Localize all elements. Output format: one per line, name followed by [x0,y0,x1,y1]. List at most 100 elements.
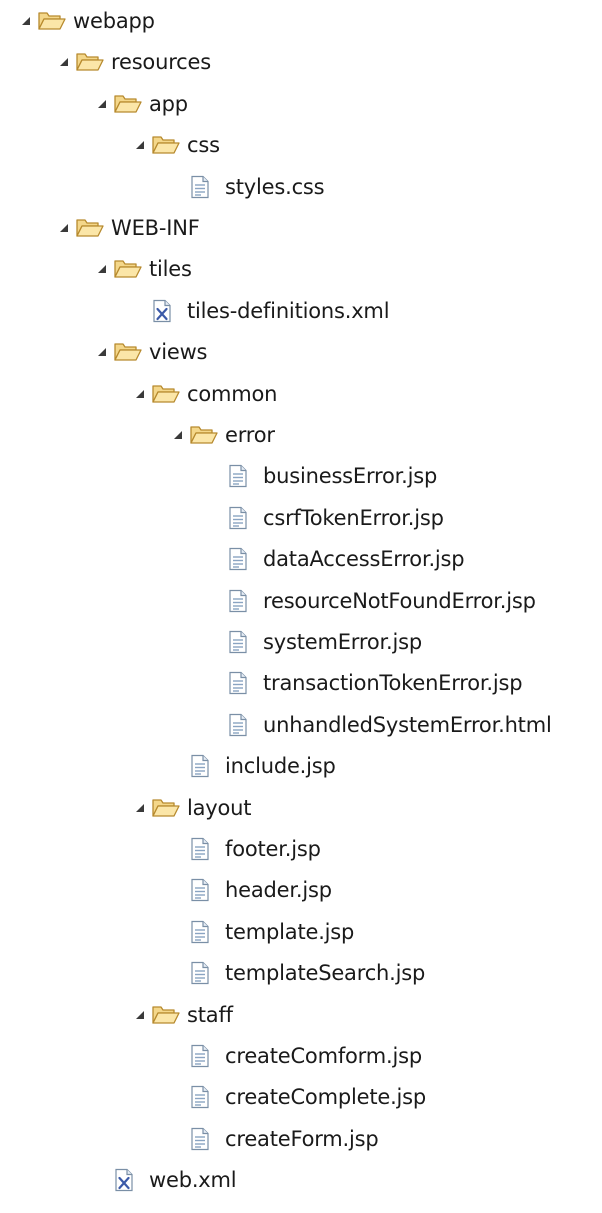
expanded-triangle-icon[interactable] [129,996,151,1034]
text-file-icon [227,540,263,578]
tree-item-label: app [149,91,188,116]
tree-item-label: tiles [149,257,192,282]
tree-folder-app[interactable]: app [91,85,188,123]
file-tree: webapp resources app css styles.css WEB-INF ti… [0,0,602,1213]
tree-file-businessError.jsp[interactable]: businessError.jsp [205,457,437,495]
tree-file-resourceNotFoundError.jsp[interactable]: resourceNotFoundError.jsp [205,582,536,620]
tree-folder-webapp[interactable]: webapp [15,2,155,40]
tree-item-label: dataAccessError.jsp [263,547,465,572]
tree-folder-staff[interactable]: staff [129,996,233,1034]
tree-folder-views[interactable]: views [91,333,208,371]
toggle-spacer [205,540,227,578]
toggle-spacer [91,1161,113,1199]
toggle-spacer [167,871,189,909]
tree-folder-WEB-INF[interactable]: WEB-INF [53,209,200,247]
tree-item-label: css [187,133,220,158]
tree-file-createComform.jsp[interactable]: createComform.jsp [167,1037,422,1075]
tree-file-footer.jsp[interactable]: footer.jsp [167,830,321,868]
tree-item-label: web.xml [149,1168,237,1193]
expanded-triangle-icon[interactable] [167,416,189,454]
toggle-spacer [205,499,227,537]
expanded-triangle-icon[interactable] [129,126,151,164]
tree-file-createForm.jsp[interactable]: createForm.jsp [167,1120,379,1158]
tree-file-systemError.jsp[interactable]: systemError.jsp [205,623,422,661]
expanded-triangle-icon[interactable] [91,250,113,288]
tree-file-styles.css[interactable]: styles.css [167,168,325,206]
text-file-icon [189,1120,225,1158]
text-file-icon [189,168,225,206]
xml-file-icon [151,292,187,330]
expanded-triangle-icon[interactable] [129,375,151,413]
tree-item-label: template.jsp [225,919,355,944]
text-file-icon [189,747,225,785]
tree-file-templateSearch.jsp[interactable]: templateSearch.jsp [167,954,425,992]
expanded-triangle-icon[interactable] [91,333,113,371]
toggle-spacer [167,1078,189,1116]
expanded-triangle-icon[interactable] [91,85,113,123]
tree-item-label: webapp [73,9,155,33]
tree-file-createComplete.jsp[interactable]: createComplete.jsp [167,1078,426,1116]
folder-open-icon [189,416,225,454]
text-file-icon [189,954,225,992]
toggle-spacer [205,582,227,620]
text-file-icon [227,706,263,744]
folder-open-icon [151,375,187,413]
tree-folder-resources[interactable]: resources [53,43,211,81]
toggle-spacer [205,457,227,495]
text-file-icon [227,582,263,620]
tree-folder-tiles[interactable]: tiles [91,250,192,288]
toggle-spacer [167,1120,189,1158]
tree-file-web.xml[interactable]: web.xml [91,1161,237,1199]
tree-item-label: staff [187,1002,233,1027]
tree-folder-common[interactable]: common [129,375,277,413]
toggle-spacer [167,1037,189,1075]
toggle-spacer [167,954,189,992]
toggle-spacer [129,292,151,330]
tree-item-label: common [187,381,278,406]
toggle-spacer [205,664,227,702]
folder-open-icon [113,250,149,288]
tree-file-template.jsp[interactable]: template.jsp [167,913,354,951]
tree-item-label: include.jsp [225,754,336,779]
tree-file-csrfTokenError.jsp[interactable]: csrfTokenError.jsp [205,499,444,537]
toggle-spacer [167,747,189,785]
tree-item-label: unhandledSystemError.html [263,712,552,737]
tree-file-tiles-definitions.xml[interactable]: tiles-definitions.xml [129,292,390,330]
tree-file-header.jsp[interactable]: header.jsp [167,871,332,909]
folder-open-icon [113,333,149,371]
tree-item-label: resourceNotFoundError.jsp [263,588,536,613]
text-file-icon [227,664,263,702]
toggle-spacer [167,913,189,951]
tree-file-unhandledSystemError.html[interactable]: unhandledSystemError.html [205,706,552,744]
tree-folder-css[interactable]: css [129,126,220,164]
tree-folder-layout[interactable]: layout [129,789,252,827]
tree-item-label: layout [187,795,252,820]
tree-file-include.jsp[interactable]: include.jsp [167,747,336,785]
tree-item-label: businessError.jsp [263,464,438,489]
tree-item-label: transactionTokenError.jsp [263,671,523,696]
tree-item-label: views [149,340,208,365]
expanded-triangle-icon[interactable] [129,789,151,827]
toggle-spacer [205,706,227,744]
expanded-triangle-icon[interactable] [53,43,75,81]
tree-item-label: error [225,423,275,447]
text-file-icon [189,1078,225,1116]
folder-open-icon [151,126,187,164]
tree-item-label: header.jsp [225,878,332,903]
expanded-triangle-icon[interactable] [53,209,75,247]
text-file-icon [227,623,263,661]
tree-item-label: tiles-definitions.xml [187,298,390,323]
text-file-icon [227,499,263,537]
tree-file-dataAccessError.jsp[interactable]: dataAccessError.jsp [205,540,465,578]
tree-item-label: createForm.jsp [225,1126,379,1151]
tree-item-label: createComform.jsp [225,1044,422,1068]
text-file-icon [189,871,225,909]
expanded-triangle-icon[interactable] [15,2,37,40]
tree-file-transactionTokenError.jsp[interactable]: transactionTokenError.jsp [205,664,523,702]
text-file-icon [189,913,225,951]
tree-item-label: footer.jsp [225,837,321,861]
tree-folder-error[interactable]: error [167,416,275,454]
tree-item-label: styles.css [225,174,325,199]
toggle-spacer [167,830,189,868]
folder-open-icon [151,996,187,1034]
